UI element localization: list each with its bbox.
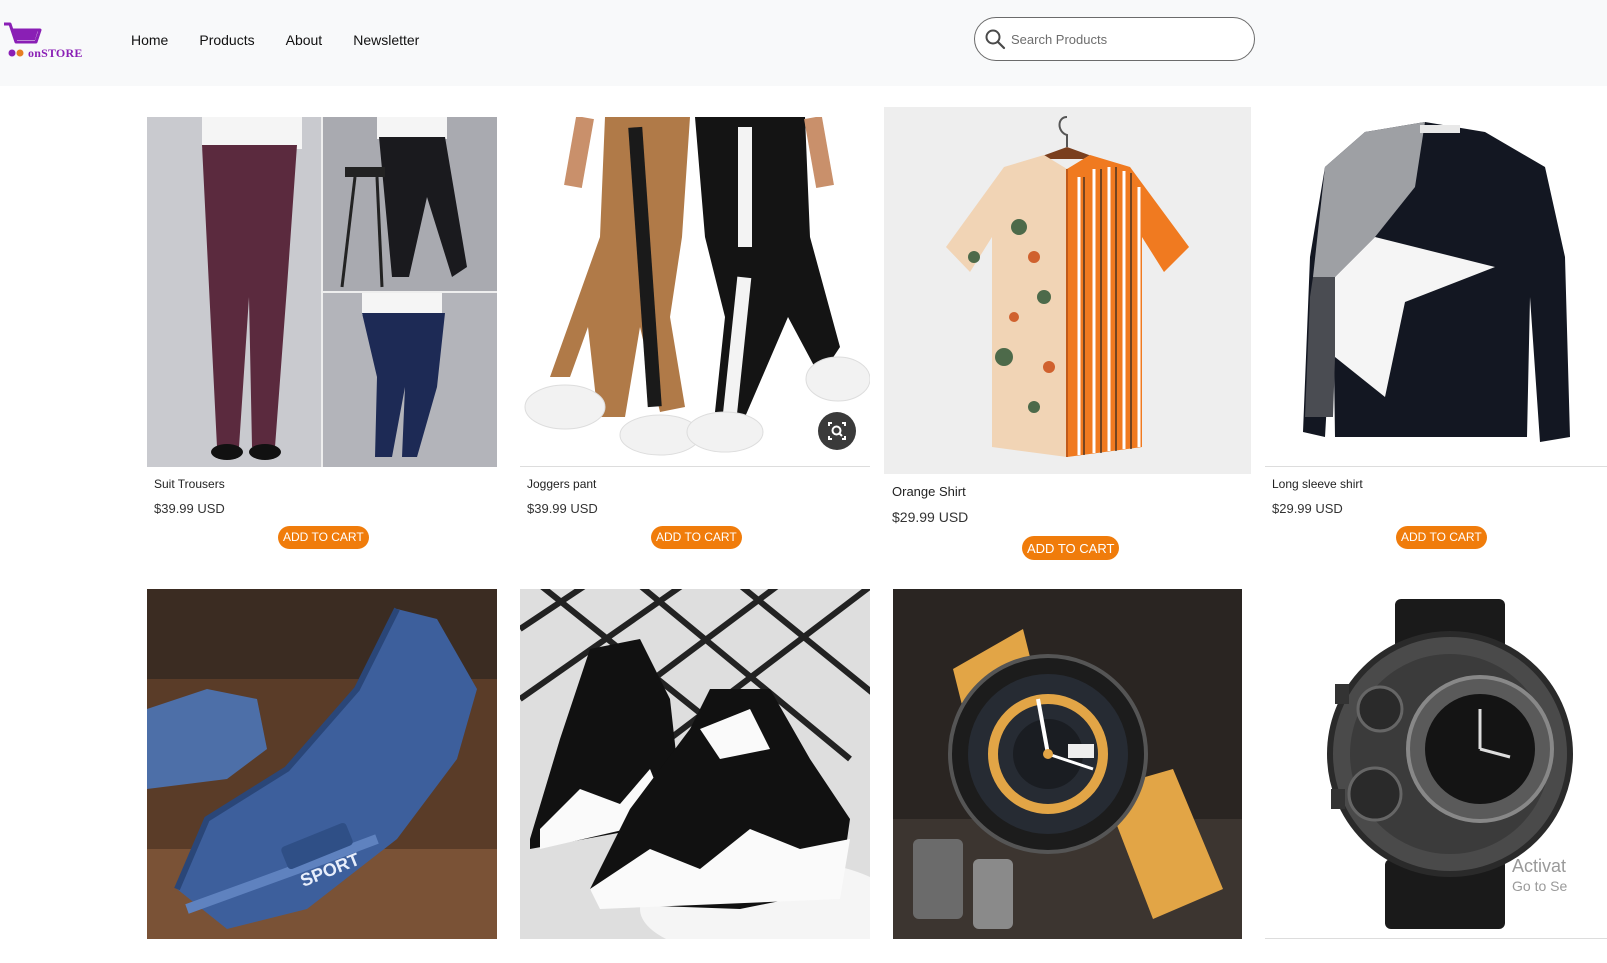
product-price: $39.99 USD bbox=[154, 501, 225, 516]
product-name: Joggers pant bbox=[527, 477, 597, 491]
watermark-line1: Activat bbox=[1512, 856, 1567, 876]
nav-home[interactable]: Home bbox=[131, 32, 168, 48]
watermark-line2: Go to Se bbox=[1512, 878, 1568, 894]
product-name: Long sleeve shirt bbox=[1272, 477, 1363, 491]
product-image[interactable]: SPORT bbox=[147, 589, 497, 939]
product-image[interactable] bbox=[520, 589, 870, 939]
brand-logo[interactable]: onSTORE bbox=[0, 16, 86, 64]
product-card: Orange Shirt $29.99 USD ADD TO CART bbox=[884, 107, 1251, 563]
product-image[interactable] bbox=[893, 589, 1242, 939]
product-image[interactable] bbox=[884, 107, 1251, 474]
activation-watermark: Activat Go to Se bbox=[1512, 856, 1567, 896]
search-icon[interactable] bbox=[984, 28, 1006, 50]
product-name: Suit Trousers bbox=[154, 477, 225, 491]
nav-products[interactable]: Products bbox=[199, 32, 254, 48]
product-price: $29.99 USD bbox=[1272, 501, 1343, 516]
search-box[interactable] bbox=[974, 17, 1255, 61]
product-card: Suit Trousers $39.99 USD ADD TO CART bbox=[147, 117, 497, 557]
add-to-cart-button[interactable]: ADD TO CART bbox=[278, 526, 369, 549]
product-price: $29.99 USD bbox=[892, 509, 969, 525]
nav-about[interactable]: About bbox=[286, 32, 323, 48]
product-card bbox=[893, 589, 1242, 963]
product-image[interactable] bbox=[1265, 117, 1607, 467]
main-nav: Home Products About Newsletter bbox=[131, 32, 450, 48]
product-card: Joggers pant $39.99 USD ADD TO CART bbox=[520, 117, 870, 557]
product-card: SPORT bbox=[147, 589, 497, 963]
product-card: Long sleeve shirt $29.99 USD ADD TO CART bbox=[1265, 117, 1607, 557]
product-name: Orange Shirt bbox=[892, 484, 966, 499]
product-image[interactable] bbox=[147, 117, 497, 467]
add-to-cart-button[interactable]: ADD TO CART bbox=[651, 526, 742, 549]
product-card bbox=[1265, 589, 1607, 963]
add-to-cart-button[interactable]: ADD TO CART bbox=[1396, 526, 1487, 549]
product-card bbox=[520, 589, 870, 963]
search-input[interactable] bbox=[1009, 29, 1239, 49]
product-price: $39.99 USD bbox=[527, 501, 598, 516]
top-navbar: onSTORE Home Products About Newsletter bbox=[0, 0, 1607, 86]
lens-search-icon[interactable] bbox=[818, 412, 856, 450]
nav-newsletter[interactable]: Newsletter bbox=[353, 32, 419, 48]
brand-name: onSTORE bbox=[28, 46, 83, 60]
add-to-cart-button[interactable]: ADD TO CART bbox=[1022, 536, 1120, 560]
